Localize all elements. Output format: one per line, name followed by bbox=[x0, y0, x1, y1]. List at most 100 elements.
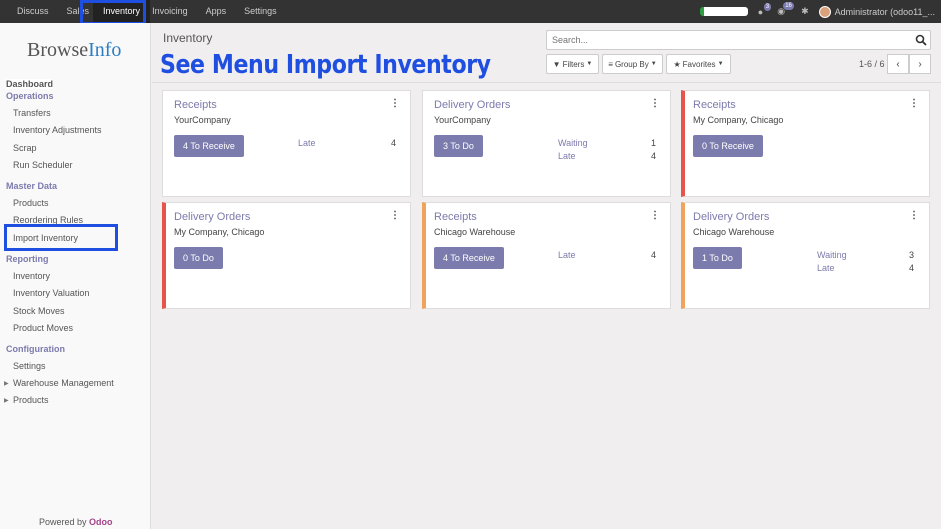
sidebar-item-import-inventory[interactable]: Import Inventory bbox=[13, 233, 78, 243]
stat-label[interactable]: Late bbox=[298, 138, 316, 148]
control-panel-divider bbox=[152, 82, 941, 83]
powered-by[interactable]: Powered by Odoo bbox=[39, 517, 113, 527]
kanban-card[interactable]: Delivery Orders Chicago Warehouse ⋮ 1 To… bbox=[681, 202, 930, 309]
search-input[interactable] bbox=[547, 31, 907, 49]
stat-value: 4 bbox=[391, 138, 397, 148]
chat-icon[interactable]: ● 3 bbox=[758, 2, 772, 17]
activity-count-badge: 16 bbox=[783, 2, 794, 10]
chevron-down-icon: ▼ bbox=[717, 61, 724, 67]
card-action-button[interactable]: 1 To Do bbox=[693, 247, 742, 269]
kanban-card[interactable]: Delivery Orders My Company, Chicago ⋮ 0 … bbox=[162, 202, 411, 309]
sidebar-item-products[interactable]: Products bbox=[13, 198, 49, 208]
sidebar-item-scrap[interactable]: Scrap bbox=[13, 143, 37, 153]
kebab-menu-icon[interactable]: ⋮ bbox=[909, 98, 919, 109]
caret-right-icon: ▶ bbox=[4, 398, 9, 404]
pager-next-button[interactable]: › bbox=[909, 54, 931, 74]
stat-label[interactable]: Late bbox=[817, 263, 835, 273]
sidebar-section-master-data[interactable]: Master Data bbox=[6, 181, 57, 191]
stat-value: 3 bbox=[909, 250, 915, 260]
menu-apps[interactable]: Apps bbox=[197, 0, 236, 23]
card-company: Chicago Warehouse bbox=[434, 227, 516, 237]
stat-value: 4 bbox=[651, 151, 657, 161]
star-icon: ★ bbox=[673, 59, 681, 69]
card-company: YourCompany bbox=[174, 115, 231, 125]
stat-value: 4 bbox=[651, 250, 657, 260]
sidebar-item-run-scheduler[interactable]: Run Scheduler bbox=[13, 160, 73, 170]
filters-button[interactable]: ▼ Filters ▼ bbox=[546, 54, 599, 74]
stat-value: 1 bbox=[651, 138, 657, 148]
card-title[interactable]: Delivery Orders bbox=[174, 211, 250, 223]
stat-label[interactable]: Waiting bbox=[817, 250, 847, 260]
card-title[interactable]: Delivery Orders bbox=[693, 211, 769, 223]
card-title[interactable]: Receipts bbox=[693, 99, 736, 111]
sidebar-section-reporting[interactable]: Reporting bbox=[6, 254, 49, 264]
kanban-card[interactable]: Receipts YourCompany ⋮ 4 To Receive Late… bbox=[162, 90, 411, 197]
app-menu: Discuss Sales Inventory Invoicing Apps S… bbox=[0, 0, 286, 23]
sidebar-item-config-products[interactable]: Products bbox=[13, 395, 49, 405]
stat-label[interactable]: Waiting bbox=[558, 138, 588, 148]
card-action-button[interactable]: 0 To Receive bbox=[693, 135, 763, 157]
user-name: Administrator (odoo11_... bbox=[834, 6, 935, 17]
card-company: Chicago Warehouse bbox=[693, 227, 775, 237]
annotation-title: See Menu Import Inventory bbox=[160, 50, 491, 80]
kanban-card[interactable]: Delivery Orders YourCompany ⋮ 3 To Do Wa… bbox=[422, 90, 671, 197]
systray: ● 3 ◉ 16 ✱ Administrator (odoo11_... bbox=[699, 0, 935, 23]
breadcrumb: Inventory bbox=[163, 31, 213, 45]
menu-discuss[interactable]: Discuss bbox=[8, 0, 58, 23]
caret-right-icon: ▶ bbox=[4, 381, 9, 387]
sidebar-item-stock-moves[interactable]: Stock Moves bbox=[13, 306, 65, 316]
card-action-button[interactable]: 4 To Receive bbox=[174, 135, 244, 157]
card-title[interactable]: Receipts bbox=[174, 99, 217, 111]
chat-count-badge: 3 bbox=[763, 2, 772, 11]
sidebar: BrowseInfo Dashboard Operations Transfer… bbox=[0, 23, 151, 529]
menu-sales[interactable]: Sales bbox=[58, 0, 94, 23]
card-company: My Company, Chicago bbox=[174, 227, 265, 237]
search-icon[interactable] bbox=[915, 34, 927, 46]
sidebar-item-inventory-adjustments[interactable]: Inventory Adjustments bbox=[13, 125, 102, 135]
stat-label[interactable]: Late bbox=[558, 151, 576, 161]
pager-previous-button[interactable]: ‹ bbox=[887, 54, 909, 74]
bug-icon[interactable]: ✱ bbox=[801, 6, 809, 17]
menu-inventory[interactable]: Inventory bbox=[93, 0, 151, 23]
sidebar-item-inventory-valuation[interactable]: Inventory Valuation bbox=[13, 288, 89, 298]
kebab-menu-icon[interactable]: ⋮ bbox=[390, 210, 400, 221]
stat-value: 4 bbox=[909, 263, 915, 273]
kebab-menu-icon[interactable]: ⋮ bbox=[909, 210, 919, 221]
activity-icon[interactable]: ◉ 16 bbox=[777, 2, 794, 17]
search-box bbox=[546, 30, 931, 50]
sidebar-item-reordering-rules[interactable]: Reordering Rules bbox=[13, 215, 83, 225]
avatar bbox=[818, 5, 831, 18]
sidebar-section-operations[interactable]: Operations bbox=[6, 91, 54, 101]
kebab-menu-icon[interactable]: ⋮ bbox=[650, 98, 660, 109]
chevron-down-icon: ▼ bbox=[650, 61, 657, 67]
card-action-button[interactable]: 0 To Do bbox=[174, 247, 223, 269]
card-action-button[interactable]: 3 To Do bbox=[434, 135, 483, 157]
pager-value[interactable]: 1-6 / 6 bbox=[859, 59, 885, 69]
kebab-menu-icon[interactable]: ⋮ bbox=[650, 210, 660, 221]
company-logo: BrowseInfo bbox=[27, 39, 122, 61]
card-action-button[interactable]: 4 To Receive bbox=[434, 247, 504, 269]
group-by-button[interactable]: ≡ Group By ▼ bbox=[602, 54, 663, 74]
kanban-card[interactable]: Receipts My Company, Chicago ⋮ 0 To Rece… bbox=[681, 90, 930, 197]
card-company: YourCompany bbox=[434, 115, 491, 125]
menu-settings[interactable]: Settings bbox=[235, 0, 286, 23]
sidebar-item-warehouse-management[interactable]: Warehouse Management bbox=[13, 378, 114, 388]
favorites-button[interactable]: ★ Favorites ▼ bbox=[666, 54, 731, 74]
card-title[interactable]: Receipts bbox=[434, 211, 477, 223]
kanban-card[interactable]: Receipts Chicago Warehouse ⋮ 4 To Receiv… bbox=[422, 202, 671, 309]
list-icon: ≡ bbox=[608, 59, 613, 69]
stat-label[interactable]: Late bbox=[558, 250, 576, 260]
sidebar-item-settings[interactable]: Settings bbox=[13, 361, 46, 371]
kebab-menu-icon[interactable]: ⋮ bbox=[390, 98, 400, 109]
menu-invoicing[interactable]: Invoicing bbox=[150, 0, 197, 23]
card-title[interactable]: Delivery Orders bbox=[434, 99, 510, 111]
sidebar-item-inventory-report[interactable]: Inventory bbox=[13, 271, 50, 281]
sidebar-item-product-moves[interactable]: Product Moves bbox=[13, 323, 73, 333]
battery-indicator bbox=[699, 7, 748, 16]
sidebar-section-configuration[interactable]: Configuration bbox=[6, 344, 65, 354]
chevron-right-icon: › bbox=[918, 58, 922, 70]
user-menu[interactable]: Administrator (odoo11_... bbox=[818, 5, 935, 18]
top-navbar: Discuss Sales Inventory Invoicing Apps S… bbox=[0, 0, 941, 23]
sidebar-item-transfers[interactable]: Transfers bbox=[13, 108, 51, 118]
sidebar-item-dashboard[interactable]: Dashboard bbox=[6, 79, 54, 89]
